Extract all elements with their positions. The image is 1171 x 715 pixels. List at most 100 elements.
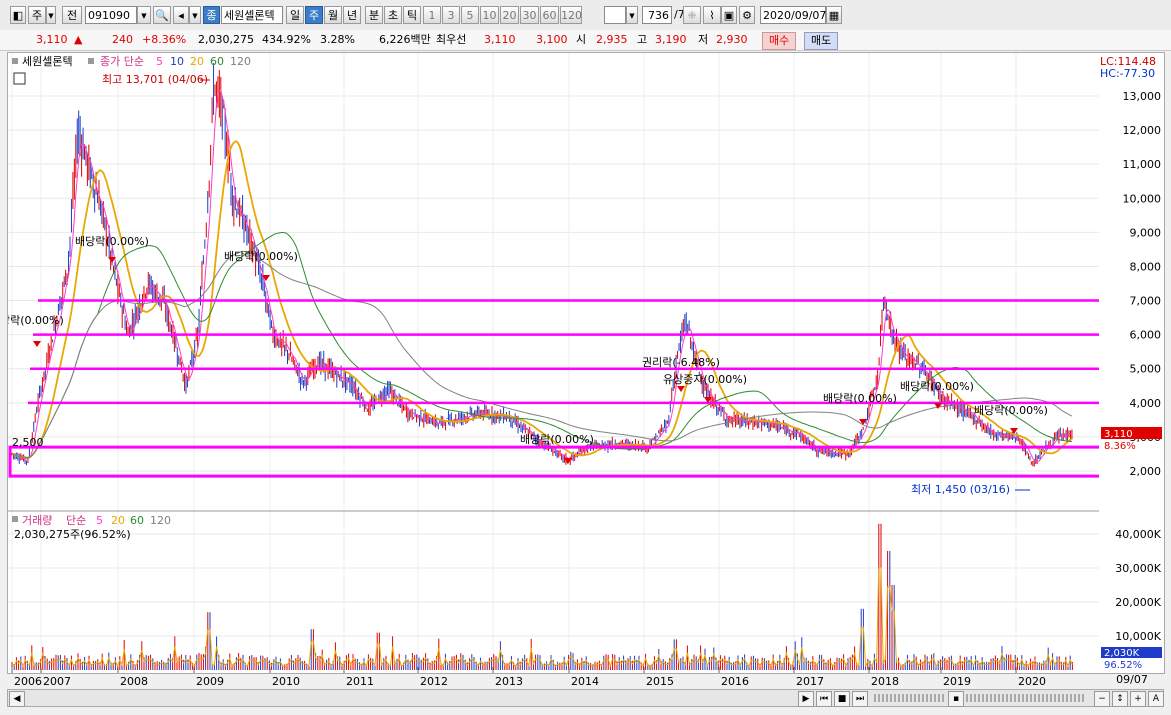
volume: 2,030,275 — [198, 33, 254, 46]
trade-amount: 6,226백만 — [379, 33, 431, 46]
price-legend-prefix: 종가 단순 — [100, 55, 144, 68]
stop-icon[interactable]: ■ — [834, 691, 850, 707]
up-arrow-icon: ▲ — [74, 33, 83, 46]
scope-select[interactable]: 전 — [62, 6, 82, 24]
x-axis: 2006 2007 2008 2009 2010 2011 2012 2013 2014 2015… — [11, 667, 1046, 688]
price-change-pct: +8.36% — [142, 33, 187, 46]
open-price: 2,935 — [596, 33, 628, 46]
x-tick-label: 2006 — [14, 675, 42, 688]
interval-5[interactable]: 5 — [461, 6, 479, 24]
go-first-icon[interactable]: ⏮ — [816, 691, 832, 707]
ma-label-5: 5 — [156, 55, 163, 68]
x-tick-label: 2013 — [495, 675, 523, 688]
event-label: 배당락(0.00%) — [75, 235, 149, 248]
period-minute[interactable]: 분 — [365, 6, 383, 24]
current-price: 3,110 — [36, 33, 68, 46]
volume-legend: 거래량 단순 5 20 60 120 2,030,275주(96.52%) — [12, 514, 171, 541]
sound-icon[interactable]: ◂ — [173, 6, 189, 24]
gear-icon[interactable]: ⚙ — [739, 6, 755, 24]
y-tick-label: 12,000 — [1123, 124, 1162, 137]
hc-label: HC:-77.30 — [1100, 67, 1155, 80]
event-label: 권리락(-6.48%) — [642, 356, 720, 369]
zoom-slider[interactable] — [874, 694, 944, 702]
interval-30[interactable]: 30 — [520, 6, 539, 24]
market-select[interactable]: 주 — [28, 6, 46, 24]
low-price: 2,930 — [716, 33, 748, 46]
interval-dropdown-icon[interactable]: ▼ — [626, 6, 638, 24]
vol-ma-label-60: 60 — [130, 514, 144, 527]
calendar-icon[interactable]: ▦ — [826, 6, 842, 24]
buy-button[interactable]: 매수 — [762, 32, 797, 50]
x-tick-label: 2019 — [943, 675, 971, 688]
x-tick-label: 2016 — [721, 675, 749, 688]
interval-1[interactable]: 1 — [423, 6, 441, 24]
best-quote-label: 최우선 — [436, 33, 467, 46]
x-tick-label: 2017 — [796, 675, 824, 688]
period-second[interactable]: 초 — [384, 6, 402, 24]
stock-name: 세원셀론텍 — [221, 6, 283, 24]
sell-button[interactable]: 매도 — [804, 32, 839, 50]
interval-60[interactable]: 60 — [540, 6, 559, 24]
volume-ratio: 434.92% — [262, 33, 311, 46]
interval-20[interactable]: 20 — [500, 6, 519, 24]
price-chart-svg: 당락(0.00%) 배당락(0.00%) 배당락(0.00%) 배당락(0.00%) 권… — [8, 53, 1109, 688]
zoom-out-icon[interactable]: − — [1094, 691, 1110, 707]
event-label: 당락(0.00%) — [8, 314, 64, 327]
date-input[interactable]: 2020/09/07 — [760, 6, 826, 24]
zoom-in-icon[interactable]: + — [1130, 691, 1146, 707]
code-dropdown-icon[interactable]: ▼ — [137, 6, 151, 24]
chart-type-icon[interactable]: ⌇ — [703, 6, 721, 24]
scroll-right-icon[interactable]: ▶ — [798, 691, 814, 707]
volume-tick-label: 20,000K — [1115, 596, 1161, 609]
interval-10[interactable]: 10 — [480, 6, 499, 24]
start-price-label: 2,500 — [12, 436, 44, 449]
y-tick-label: 5,000 — [1130, 363, 1162, 376]
vol-ma-label-120: 120 — [150, 514, 171, 527]
window-menu-icon[interactable]: ◧ — [10, 6, 26, 24]
x-tick-label: 2007 — [43, 675, 71, 688]
x-tick-label: 2012 — [420, 675, 448, 688]
zoom-reset-icon[interactable]: ↕ — [1112, 691, 1128, 707]
y-tick-label: 13,000 — [1123, 90, 1162, 103]
interval-3[interactable]: 3 — [442, 6, 460, 24]
x-tick-label: 2020 — [1018, 675, 1046, 688]
legend-box-icon — [88, 58, 94, 64]
event-label: 배당락(0.00%) — [224, 250, 298, 263]
zoom-track[interactable] — [966, 694, 1086, 702]
search-icon[interactable]: 🔍 — [153, 6, 171, 24]
zoom-handle-icon[interactable]: ▪ — [948, 691, 964, 707]
period-week[interactable]: 주 — [305, 6, 323, 24]
horizontal-scrollbar[interactable]: ◀ ▶ ⏮ ■ ⏭ ▪ − ↕ + A — [7, 689, 1164, 707]
stock-code-input[interactable]: 091090 — [85, 6, 137, 24]
event-arrow-icon — [564, 458, 572, 464]
interval-custom-input[interactable] — [604, 6, 626, 24]
ma-label-120: 120 — [230, 55, 251, 68]
count-input[interactable]: 736 — [642, 6, 672, 24]
high-label: 고 — [637, 33, 648, 46]
sound-dropdown-icon[interactable]: ▼ — [189, 6, 201, 24]
interval-120[interactable]: 120 — [560, 6, 582, 24]
period-day[interactable]: 일 — [286, 6, 304, 24]
event-arrow-icon — [677, 386, 685, 392]
grid-toggle-icon[interactable] — [13, 72, 26, 85]
link-icon[interactable]: ⁜ — [683, 6, 701, 24]
volume-legend-prefix: 단순 — [66, 514, 86, 527]
period-month[interactable]: 월 — [324, 6, 342, 24]
ma-line-5 — [11, 88, 1073, 463]
scroll-left-icon[interactable]: ◀ — [9, 691, 25, 707]
volume-value-note: 2,030,275주(96.52%) — [14, 528, 131, 541]
index-toggle[interactable]: 종 — [203, 6, 220, 24]
go-last-icon[interactable]: ⏭ — [852, 691, 868, 707]
event-label: 배당락(0.00%) — [974, 404, 1048, 417]
event-label: 배당락(0.00%) — [823, 392, 897, 405]
market-dropdown-icon[interactable]: ▼ — [46, 6, 56, 24]
toolbar: ◧ 주 ▼ 전 091090 ▼ 🔍 ◂ ▼ 종 세원셀론텍 일 주 월 년 분… — [0, 0, 1171, 31]
font-size-icon[interactable]: A — [1148, 691, 1164, 707]
y-tick-label: 4,000 — [1130, 397, 1162, 410]
period-year[interactable]: 년 — [343, 6, 361, 24]
period-tick[interactable]: 틱 — [403, 6, 421, 24]
volume-tick-label: 30,000K — [1115, 562, 1161, 575]
price-axis[interactable]: LC:114.48 HC:-77.30 13,000 12,000 11,000 10… — [1099, 52, 1165, 674]
save-icon[interactable]: ▣ — [721, 6, 737, 24]
chart-area[interactable]: 당락(0.00%) 배당락(0.00%) 배당락(0.00%) 배당락(0.00%) 권… — [7, 52, 1110, 688]
